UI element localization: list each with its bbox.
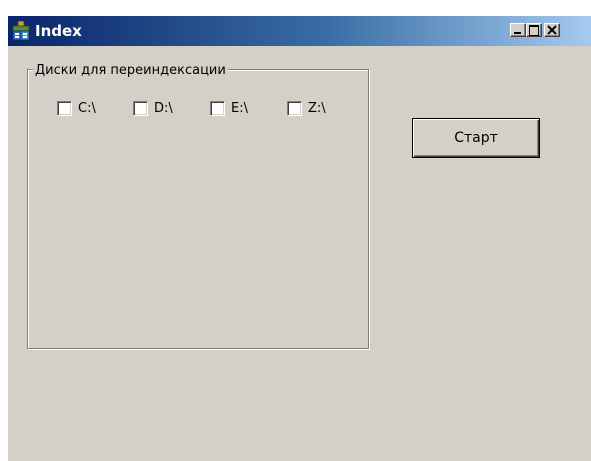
checkbox[interactable] [57, 101, 72, 116]
checkbox[interactable] [133, 101, 148, 116]
drive-label-z: Z:\ [308, 101, 326, 116]
maximize-icon [529, 25, 539, 36]
drive-label-e: E:\ [231, 101, 248, 116]
app-window: Index Диски для переиндексации C:\ D:\ E… [7, 16, 591, 461]
checkbox[interactable] [287, 101, 302, 116]
checkbox[interactable] [210, 101, 225, 116]
drive-label-d: D:\ [154, 101, 173, 116]
database-icon [12, 21, 30, 41]
drives-groupbox-label: Диски для переиндексации [33, 63, 228, 78]
close-icon [547, 25, 557, 35]
start-button[interactable]: Старт [412, 118, 540, 158]
minimize-button[interactable] [510, 23, 526, 37]
close-button[interactable] [544, 23, 560, 37]
window-title: Index [35, 22, 82, 40]
title-bar[interactable]: Index [8, 16, 591, 46]
drive-label-c: C:\ [78, 101, 96, 116]
maximize-button[interactable] [526, 23, 542, 37]
minimize-icon [514, 32, 521, 34]
